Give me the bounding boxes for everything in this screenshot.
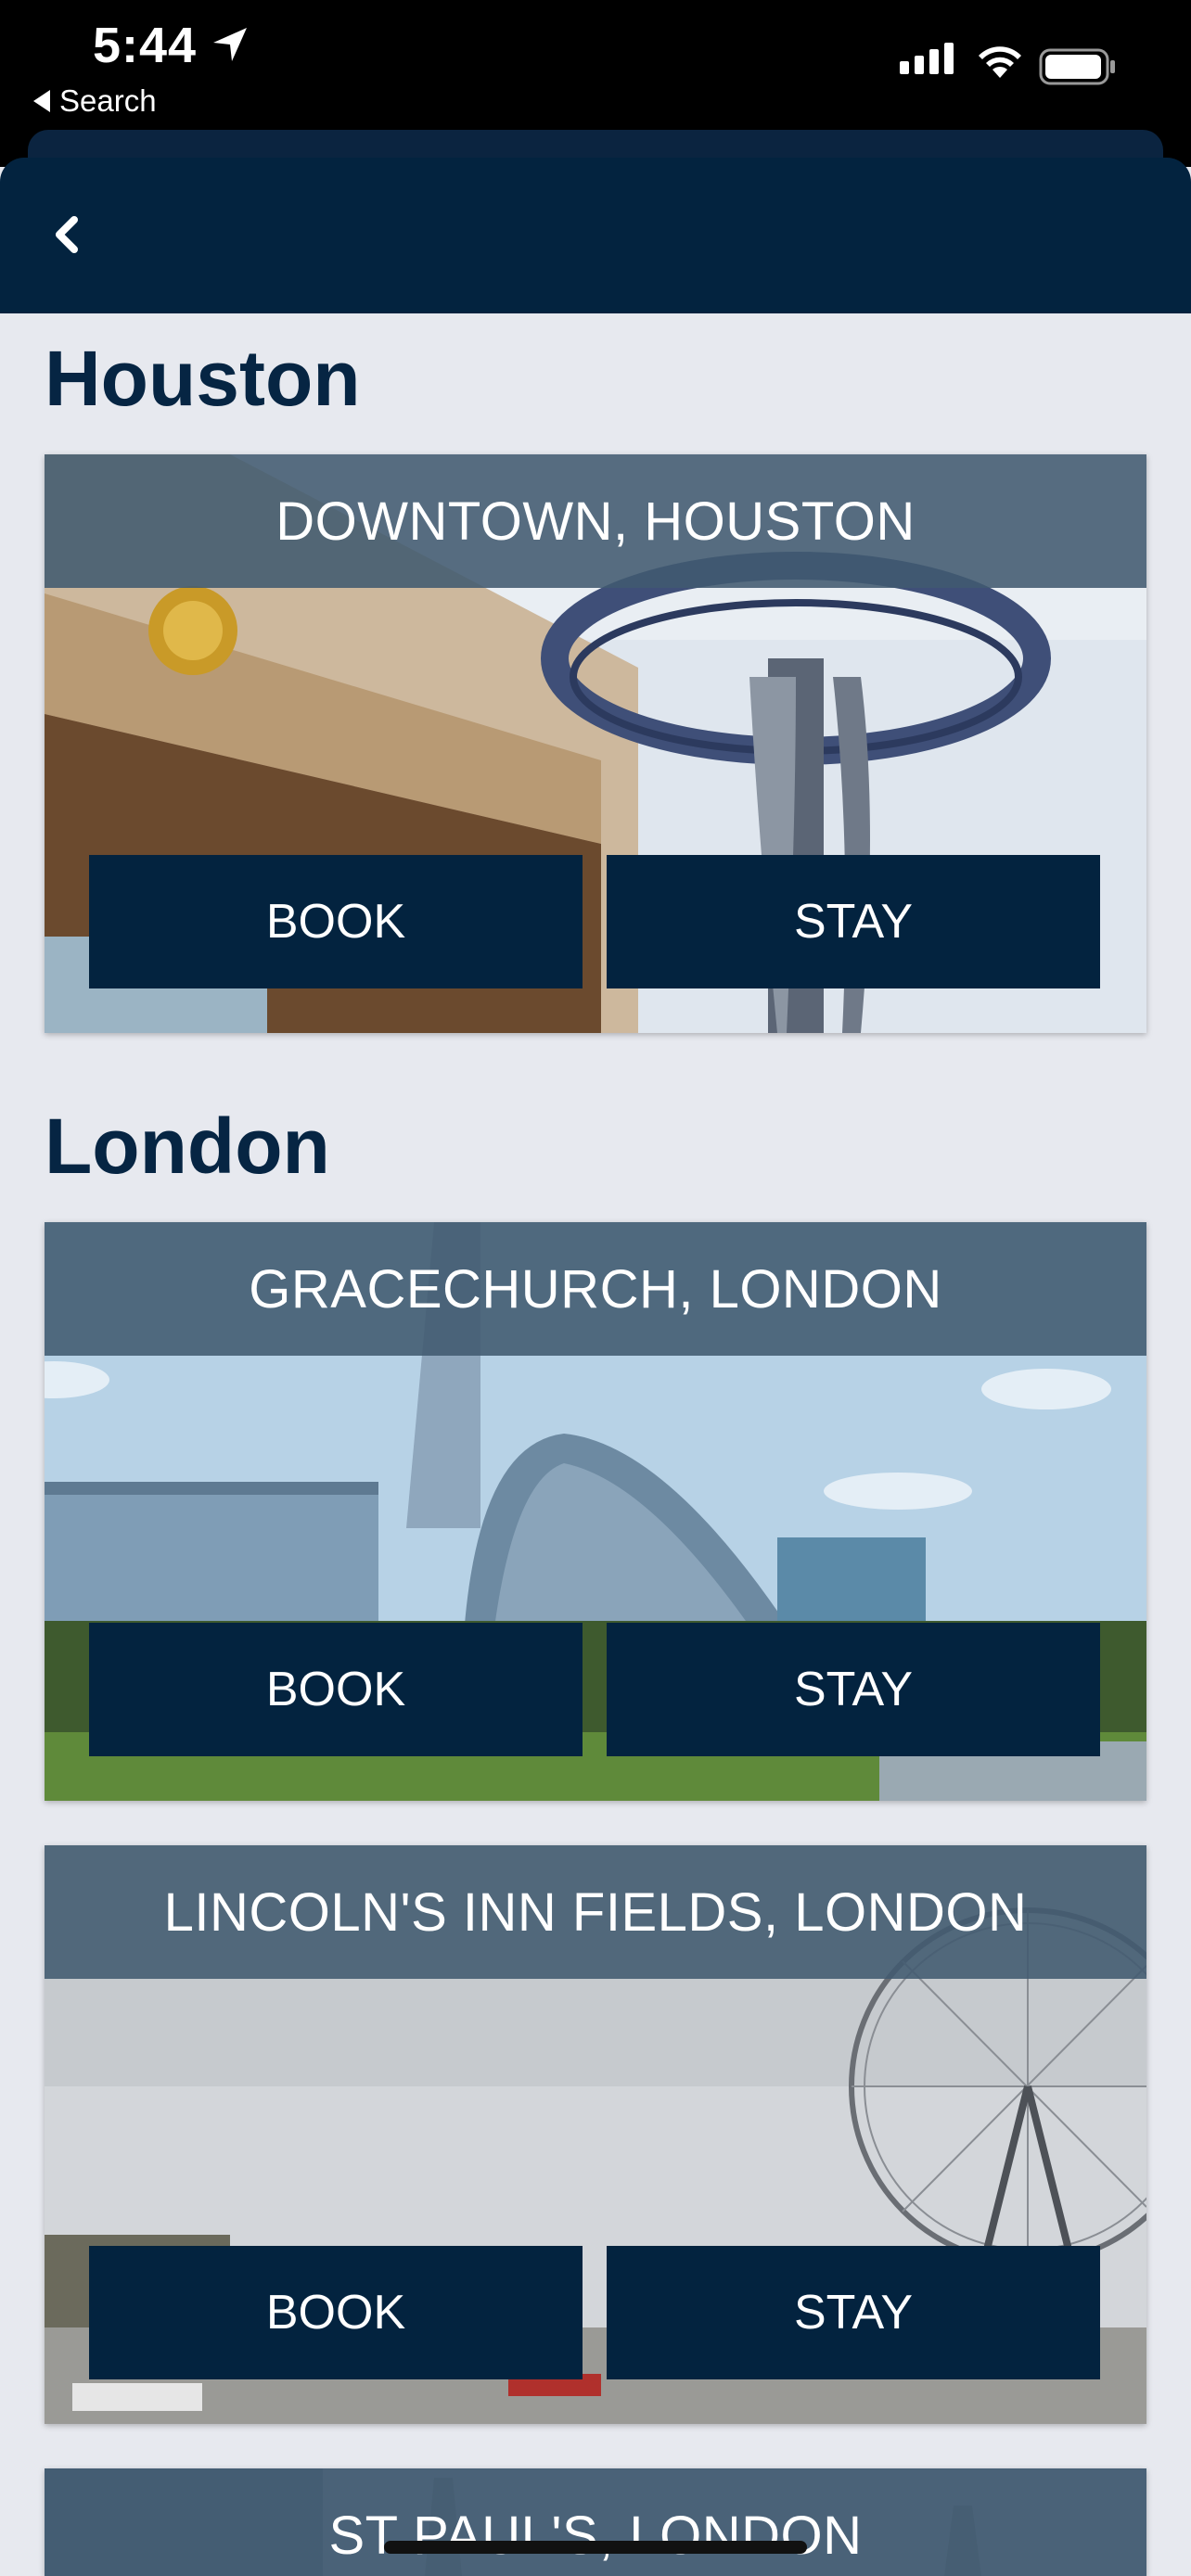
location-card-st-pauls-london: ST PAUL'S, LONDON [45,2468,1146,2576]
back-triangle-icon [33,90,50,112]
location-card-downtown-houston: DOWNTOWN, HOUSTON BOOK STAY [45,454,1146,1033]
location-name: DOWNTOWN, HOUSTON [275,491,916,552]
home-indicator[interactable] [384,2541,807,2554]
card-title-band: LINCOLN'S INN FIELDS, LONDON [45,1845,1146,1979]
stay-button[interactable]: STAY [607,1623,1100,1756]
location-card-gracechurch-london: GRACECHURCH, LONDON BOOK STAY [45,1222,1146,1801]
nav-header [0,158,1191,313]
location-name: GRACECHURCH, LONDON [249,1258,942,1320]
book-button[interactable]: BOOK [89,855,583,988]
cellular-signal-icon [900,43,954,74]
book-button[interactable]: BOOK [89,2246,583,2379]
location-name: ST PAUL'S, LONDON [328,2505,863,2566]
location-arrow-icon [213,28,247,61]
chevron-left-icon [56,216,78,253]
card-title-band: DOWNTOWN, HOUSTON [45,454,1146,588]
stay-button[interactable]: STAY [607,2246,1100,2379]
wifi-icon [979,46,1021,78]
back-to-search-label: Search [59,83,157,118]
section-title-london: London [45,1103,330,1190]
section-title-houston: Houston [45,335,361,422]
card-title-band: ST PAUL'S, LONDON [45,2468,1146,2576]
card-title-band: GRACECHURCH, LONDON [45,1222,1146,1356]
location-card-lincolns-inn-fields-london: LINCOLN'S INN FIELDS, LONDON BOOK STAY [45,1845,1146,2424]
location-name: LINCOLN'S INN FIELDS, LONDON [163,1881,1028,1943]
battery-icon [1039,48,1115,85]
status-time: 5:44 [93,18,198,73]
back-to-search-link[interactable]: Search [33,83,157,119]
back-button[interactable] [33,202,98,267]
stay-button[interactable]: STAY [607,855,1100,988]
book-button[interactable]: BOOK [89,1623,583,1756]
